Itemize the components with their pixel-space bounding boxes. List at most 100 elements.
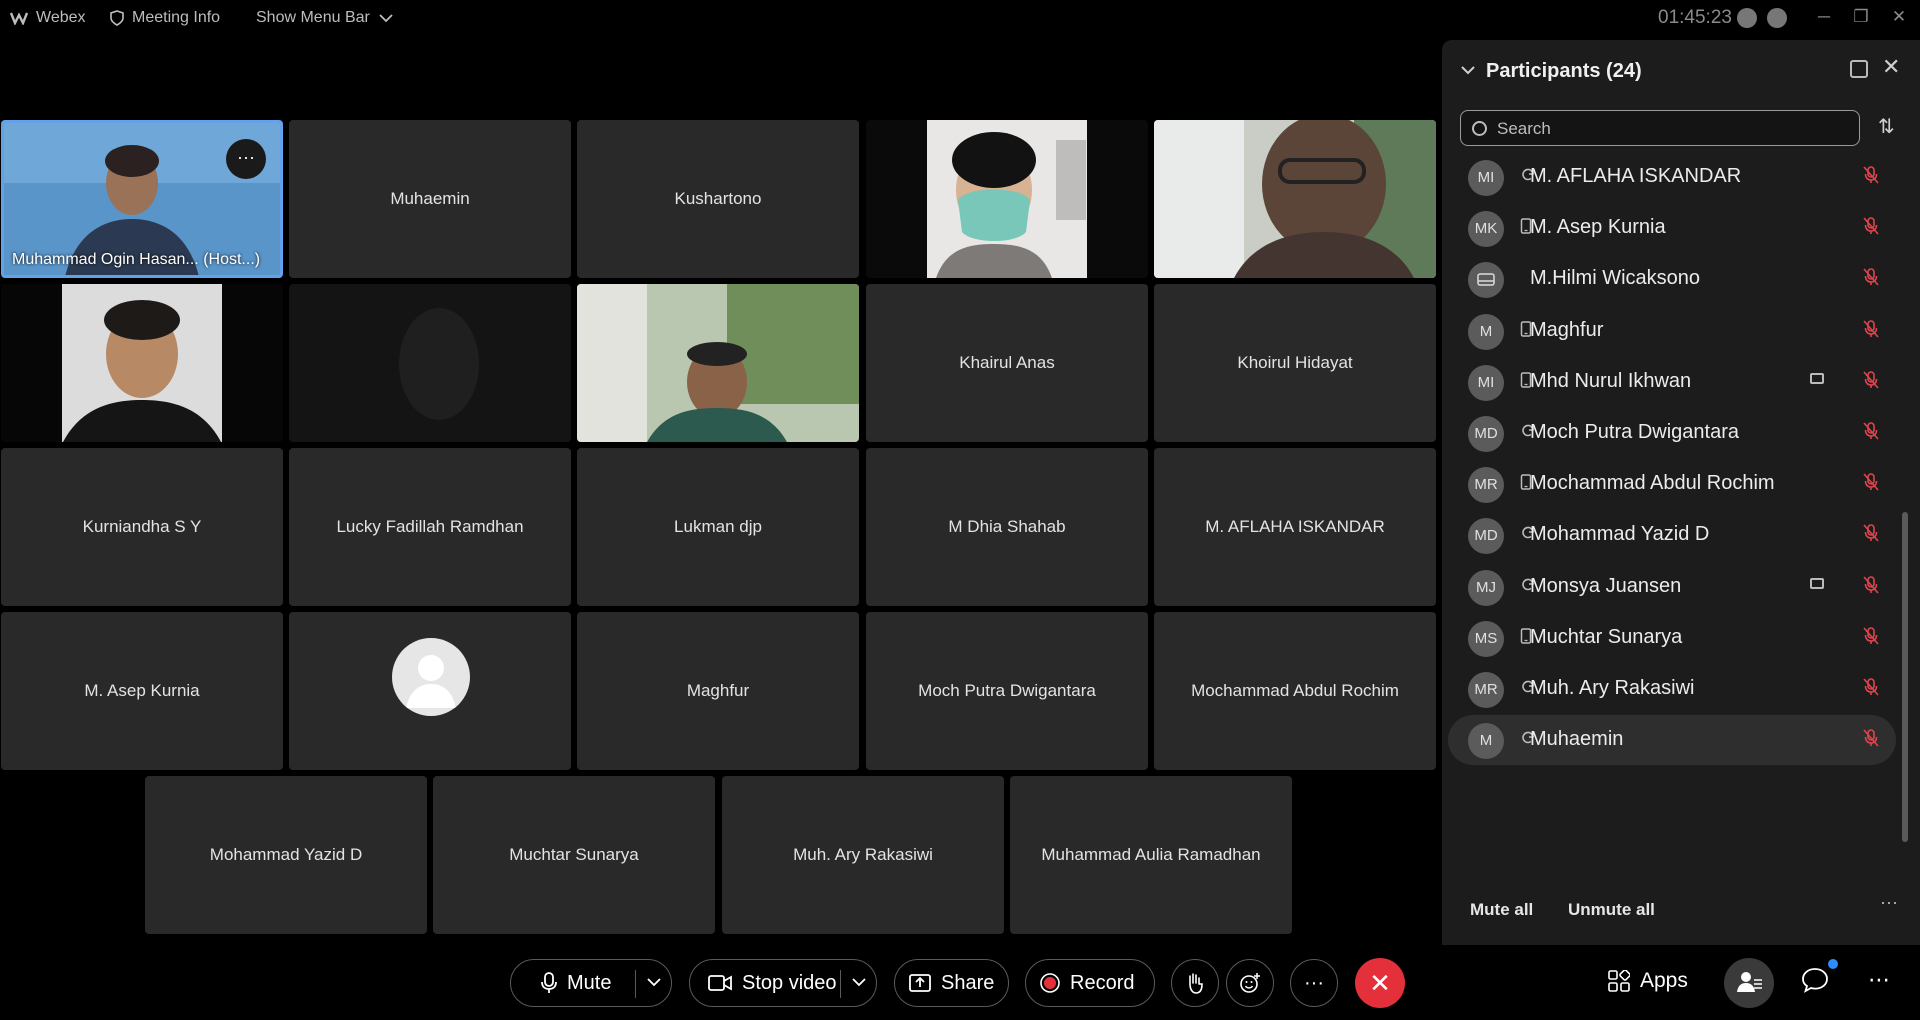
video-tile[interactable]: Maghfur bbox=[577, 612, 859, 770]
participant-search bbox=[1460, 110, 1860, 146]
reactions-button[interactable] bbox=[1226, 959, 1274, 1007]
participant-row[interactable]: MK M. Asep Kurnia bbox=[1448, 203, 1896, 253]
muted-mic-icon[interactable] bbox=[1859, 470, 1883, 494]
muted-mic-icon[interactable] bbox=[1859, 163, 1883, 187]
participant-row[interactable]: MR Muh. Ary Rakasiwi bbox=[1448, 664, 1896, 714]
participant-avatar: MK bbox=[1468, 211, 1504, 247]
unmute-all-button[interactable]: Unmute all bbox=[1568, 900, 1655, 920]
participant-name: Kurniandha S Y bbox=[82, 517, 202, 536]
participant-list-scrollbar[interactable] bbox=[1902, 152, 1908, 864]
more-options-button[interactable]: ··· bbox=[1290, 959, 1338, 1007]
video-tile[interactable] bbox=[1, 284, 283, 442]
mute-all-button[interactable]: Mute all bbox=[1470, 900, 1533, 920]
record-label: Record bbox=[1070, 971, 1135, 994]
stop-video-label: Stop video bbox=[742, 971, 837, 994]
video-tile[interactable]: M. Asep Kurnia bbox=[1, 612, 283, 770]
participant-avatar: MJ bbox=[1468, 570, 1504, 606]
muted-mic-icon[interactable] bbox=[1859, 573, 1883, 597]
share-label: Share bbox=[941, 971, 995, 994]
participant-avatar: MS bbox=[1468, 621, 1504, 657]
participant-row[interactable]: M Maghfur bbox=[1448, 306, 1896, 356]
video-tile[interactable]: Moch Putra Dwigantara bbox=[866, 612, 1148, 770]
video-tile[interactable]: Kushartono bbox=[577, 120, 859, 278]
participants-toggle-button[interactable] bbox=[1724, 958, 1774, 1008]
recording-status-icon[interactable] bbox=[1737, 8, 1757, 28]
restore-icon[interactable]: ❐ bbox=[1850, 6, 1872, 28]
participant-row[interactable]: M.Hilmi Wicaksono bbox=[1448, 254, 1896, 304]
tile-more-options-button[interactable]: ··· bbox=[226, 139, 266, 179]
participant-row[interactable]: M Muhaemin bbox=[1448, 715, 1896, 765]
participant-video-feed bbox=[577, 284, 859, 442]
sort-icon[interactable]: ⇅ bbox=[1878, 114, 1895, 139]
participant-row[interactable]: MJ Monsya Juansen bbox=[1448, 562, 1896, 612]
participant-name: Muh. Ary Rakasiwi bbox=[1530, 677, 1695, 699]
participant-video-feed bbox=[927, 120, 1087, 278]
apps-button[interactable]: Apps bbox=[1608, 969, 1688, 993]
chat-button[interactable] bbox=[1800, 965, 1830, 995]
share-button[interactable]: Share bbox=[894, 959, 1009, 1007]
video-tile[interactable]: Muchtar Sunarya bbox=[433, 776, 715, 934]
end-call-button[interactable]: ✕ bbox=[1355, 958, 1405, 1008]
participant-row[interactable]: MD Mohammad Yazid D bbox=[1448, 510, 1896, 560]
video-tile-host[interactable]: ··· Muhammad Ogin Hasan... (Host...) bbox=[1, 120, 283, 278]
video-tile[interactable]: Lukman djp bbox=[577, 448, 859, 606]
chevron-down-icon[interactable] bbox=[647, 978, 661, 987]
apps-icon bbox=[1608, 970, 1630, 992]
video-tile[interactable] bbox=[1154, 120, 1436, 278]
video-tile[interactable]: Muhammad Aulia Ramadhan bbox=[1010, 776, 1292, 934]
muted-mic-icon[interactable] bbox=[1859, 726, 1883, 750]
webex-logo[interactable]: Webex bbox=[10, 9, 86, 27]
chevron-down-icon[interactable] bbox=[852, 978, 866, 987]
close-panel-icon[interactable]: ✕ bbox=[1882, 54, 1900, 80]
record-button[interactable]: Record bbox=[1025, 959, 1155, 1007]
participant-name: M Dhia Shahab bbox=[948, 517, 1066, 536]
participant-row[interactable]: MI M. AFLAHA ISKANDAR bbox=[1448, 152, 1896, 202]
participant-avatar: M bbox=[1468, 723, 1504, 759]
video-tile[interactable] bbox=[289, 612, 571, 770]
show-menu-bar-button[interactable]: Show Menu Bar bbox=[256, 9, 394, 27]
video-tile[interactable] bbox=[577, 284, 859, 442]
participant-row[interactable]: MD Moch Putra Dwigantara bbox=[1448, 408, 1896, 458]
minimize-icon[interactable]: ─ bbox=[1813, 6, 1835, 28]
pop-out-icon[interactable] bbox=[1850, 60, 1868, 78]
network-stats-icon[interactable] bbox=[1767, 8, 1787, 28]
video-tile[interactable]: Muh. Ary Rakasiwi bbox=[722, 776, 1004, 934]
muted-mic-icon[interactable] bbox=[1859, 521, 1883, 545]
camera-icon bbox=[708, 975, 732, 991]
more-options-icon[interactable]: ··· bbox=[1880, 892, 1898, 913]
participant-row[interactable]: MI Mhd Nurul Ikhwan bbox=[1448, 357, 1896, 407]
stop-video-button[interactable]: Stop video bbox=[689, 959, 877, 1007]
video-tile[interactable]: Muhaemin bbox=[289, 120, 571, 278]
video-tile[interactable]: Khairul Anas bbox=[866, 284, 1148, 442]
muted-mic-icon[interactable] bbox=[1859, 214, 1883, 238]
participant-row[interactable]: MR Mochammad Abdul Rochim bbox=[1448, 459, 1896, 509]
muted-mic-icon[interactable] bbox=[1859, 317, 1883, 341]
mute-button[interactable]: Mute bbox=[510, 959, 672, 1007]
raise-hand-button[interactable] bbox=[1171, 959, 1219, 1007]
video-tile[interactable] bbox=[289, 284, 571, 442]
search-input[interactable] bbox=[1495, 117, 1849, 141]
video-tile[interactable]: Lucky Fadillah Ramdhan bbox=[289, 448, 571, 606]
muted-mic-icon[interactable] bbox=[1859, 265, 1883, 289]
participant-name: Moch Putra Dwigantara bbox=[918, 681, 1096, 700]
video-tile[interactable] bbox=[866, 120, 1148, 278]
video-tile[interactable]: Mohammad Yazid D bbox=[145, 776, 427, 934]
close-window-icon[interactable]: ✕ bbox=[1888, 6, 1910, 28]
overflow-menu-icon[interactable]: ⋯ bbox=[1868, 967, 1890, 993]
muted-mic-icon[interactable] bbox=[1859, 368, 1883, 392]
participant-row[interactable]: MS Muchtar Sunarya bbox=[1448, 613, 1896, 663]
muted-mic-icon[interactable] bbox=[1859, 624, 1883, 648]
video-tile[interactable]: M Dhia Shahab bbox=[866, 448, 1148, 606]
video-tile[interactable]: Mochammad Abdul Rochim bbox=[1154, 612, 1436, 770]
participants-panel: Participants (24) ✕ ⇅ MI M. AFLAHA ISKAND… bbox=[1442, 40, 1920, 945]
video-tile[interactable]: Khoirul Hidayat bbox=[1154, 284, 1436, 442]
meeting-info-button[interactable]: Meeting Info bbox=[110, 9, 220, 27]
participant-name: M. Asep Kurnia bbox=[84, 681, 200, 700]
muted-mic-icon[interactable] bbox=[1859, 419, 1883, 443]
video-tile[interactable]: Kurniandha S Y bbox=[1, 448, 283, 606]
scroll-thumb[interactable] bbox=[1902, 512, 1908, 842]
participant-avatar bbox=[1468, 262, 1504, 298]
muted-mic-icon[interactable] bbox=[1859, 675, 1883, 699]
collapse-chevron-icon[interactable] bbox=[1460, 62, 1476, 80]
video-tile[interactable]: M. AFLAHA ISKANDAR bbox=[1154, 448, 1436, 606]
